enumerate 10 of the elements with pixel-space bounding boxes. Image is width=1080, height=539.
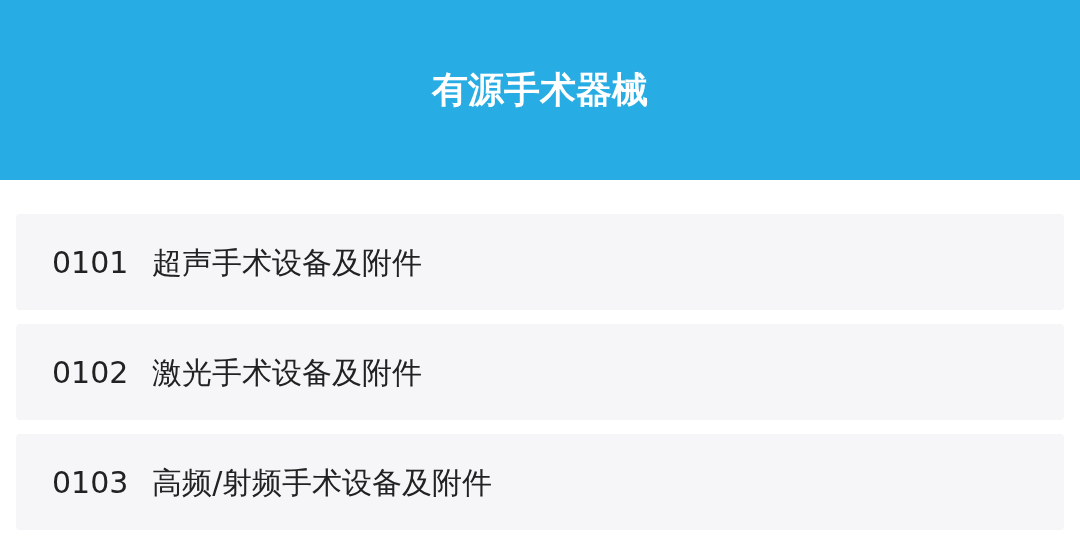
- page-title: 有源手术器械: [432, 68, 648, 112]
- category-code: 0102: [52, 353, 129, 392]
- category-item[interactable]: 0103 高频/射频手术设备及附件: [16, 434, 1064, 530]
- category-name: 激光手术设备及附件: [152, 353, 423, 392]
- category-code: 0103: [52, 463, 129, 502]
- category-item[interactable]: 0101 超声手术设备及附件: [16, 214, 1064, 310]
- category-name: 超声手术设备及附件: [152, 243, 423, 282]
- category-name: 高频/射频手术设备及附件: [152, 463, 493, 502]
- category-code: 0101: [52, 243, 129, 282]
- category-item[interactable]: 0102 激光手术设备及附件: [16, 324, 1064, 420]
